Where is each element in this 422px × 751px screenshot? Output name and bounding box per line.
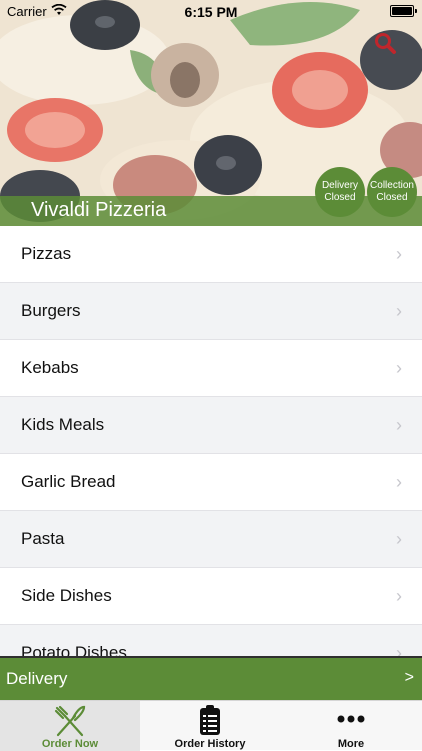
delivery-status-title: Delivery [321, 180, 359, 191]
hero-header: Carrier 6:15 PM Vivaldi Pizzeria Deliver… [0, 0, 422, 226]
menu-item-label: Kebabs [21, 358, 79, 377]
battery-icon [390, 5, 417, 17]
chevron-right-icon: › [396, 414, 402, 435]
collection-status-title: Collection [370, 180, 414, 191]
chevron-right-icon: › [396, 642, 402, 657]
menu-item-garlic-bread[interactable]: Garlic Bread › [0, 454, 422, 511]
menu-item-burgers[interactable]: Burgers › [0, 283, 422, 340]
tab-order-now[interactable]: Order Now [0, 701, 140, 751]
menu-item-label: Kids Meals [21, 415, 105, 434]
tab-bar: Order Now Order History More [0, 700, 422, 751]
search-button[interactable] [372, 30, 400, 58]
chevron-right-icon: › [396, 528, 402, 549]
more-dots-icon [337, 715, 365, 723]
chevron-right-icon: › [396, 585, 402, 606]
clock-time: 6:15 PM [184, 4, 238, 20]
clipboard-icon [200, 705, 220, 735]
menu-item-pizzas[interactable]: Pizzas › [0, 226, 422, 283]
menu-item-potato-dishes[interactable]: Potato Dishes › [0, 625, 422, 656]
delivery-status-value: Closed [324, 192, 356, 203]
chevron-right-icon: › [396, 243, 402, 264]
chevron-right-icon: › [396, 471, 402, 492]
menu-item-pasta[interactable]: Pasta › [0, 511, 422, 568]
menu-item-label: Garlic Bread [21, 472, 116, 491]
search-icon [375, 33, 396, 54]
chevron-right-icon: › [396, 357, 402, 378]
delivery-mode-button[interactable]: Delivery > [0, 656, 422, 700]
menu-item-label: Burgers [21, 301, 81, 320]
menu-item-label: Pasta [21, 529, 65, 548]
tab-order-history[interactable]: Order History [140, 701, 280, 751]
collection-status-value: Closed [376, 192, 408, 203]
menu-item-kebabs[interactable]: Kebabs › [0, 340, 422, 397]
menu-item-label: Pizzas [21, 244, 72, 263]
fork-knife-icon [54, 705, 86, 737]
menu-item-label: Potato Dishes [21, 643, 127, 656]
delivery-status-badge: Delivery Closed [315, 167, 365, 217]
menu-item-kids-meals[interactable]: Kids Meals › [0, 397, 422, 454]
arrow-right-icon: > [404, 669, 414, 686]
menu-category-list: Pizzas › Burgers › Kebabs › Kids Meals ›… [0, 226, 422, 656]
collection-status-badge: Collection Closed [367, 167, 417, 217]
restaurant-name: Vivaldi Pizzeria [31, 199, 167, 221]
delivery-mode-label: Delivery [6, 669, 68, 688]
chevron-right-icon: › [396, 300, 402, 321]
menu-item-side-dishes[interactable]: Side Dishes › [0, 568, 422, 625]
tab-label: Order History [174, 738, 246, 750]
tab-more[interactable]: More [281, 701, 421, 751]
tab-label: More [337, 738, 365, 750]
tab-label: Order Now [41, 738, 99, 750]
status-bar: Carrier 6:15 PM [0, 0, 422, 22]
menu-item-label: Side Dishes [21, 586, 112, 605]
